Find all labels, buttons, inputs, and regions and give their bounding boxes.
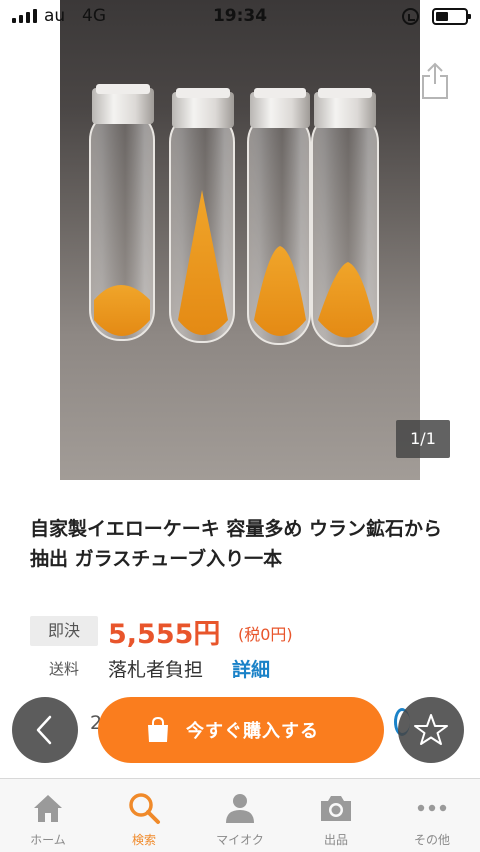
item-photo[interactable] bbox=[60, 0, 420, 480]
tab-label: 出品 bbox=[323, 833, 348, 847]
tab-home[interactable]: ホーム bbox=[0, 779, 96, 852]
buy-now-label: 今すぐ購入する bbox=[186, 721, 319, 742]
photo-counter: 1/1 bbox=[396, 420, 450, 458]
tab-label: マイオク bbox=[216, 833, 264, 847]
item-detail-page: 1/1 au 4G 19:34 自家製イエローケーキ 容量多め ウラン鉱石から抽… bbox=[0, 0, 480, 852]
watch-list-button[interactable] bbox=[398, 697, 464, 763]
buy-now-button[interactable]: 今すぐ購入する bbox=[98, 697, 384, 763]
item-title: 自家製イエローケーキ 容量多め ウラン鉱石から抽出 ガラスチューブ入り一本 bbox=[30, 518, 443, 570]
search-icon bbox=[129, 793, 160, 824]
buy-now-badge: 即決 bbox=[30, 616, 98, 646]
status-bar: au 4G 19:34 bbox=[0, 0, 480, 32]
camera-icon bbox=[321, 796, 351, 821]
shipping-label: 送料 bbox=[48, 660, 79, 678]
person-icon bbox=[226, 794, 254, 823]
tab-search[interactable]: 検索 bbox=[96, 779, 192, 852]
tab-label: ホーム bbox=[30, 833, 66, 847]
shipping-value: 落札者負担 bbox=[108, 659, 204, 681]
shipping-detail-link[interactable]: 詳細 bbox=[232, 655, 270, 682]
battery-icon bbox=[432, 8, 471, 25]
more-icon bbox=[417, 804, 447, 812]
star-icon bbox=[414, 714, 448, 745]
tab-sell[interactable]: 出品 bbox=[288, 779, 384, 852]
test-tubes-illustration bbox=[89, 84, 379, 347]
photo-gallery[interactable]: 1/1 bbox=[0, 0, 480, 480]
tab-label: その他 bbox=[413, 833, 450, 847]
back-button[interactable] bbox=[12, 697, 78, 763]
tab-my-auction[interactable]: マイオク bbox=[192, 779, 288, 852]
shopping-bag-icon bbox=[148, 717, 168, 742]
chevron-left-icon bbox=[36, 715, 52, 745]
share-icon[interactable] bbox=[420, 60, 450, 100]
buy-now-price: 5,555円 bbox=[108, 619, 221, 650]
tab-label: 検索 bbox=[131, 833, 156, 847]
home-icon bbox=[34, 795, 62, 822]
bottom-tab-bar: ホーム 検索 マイオク 出品 その他 bbox=[0, 778, 480, 852]
tab-more[interactable]: その他 bbox=[384, 779, 480, 852]
tax-note: (税0円) bbox=[238, 625, 293, 644]
rotation-lock-icon bbox=[402, 8, 419, 25]
